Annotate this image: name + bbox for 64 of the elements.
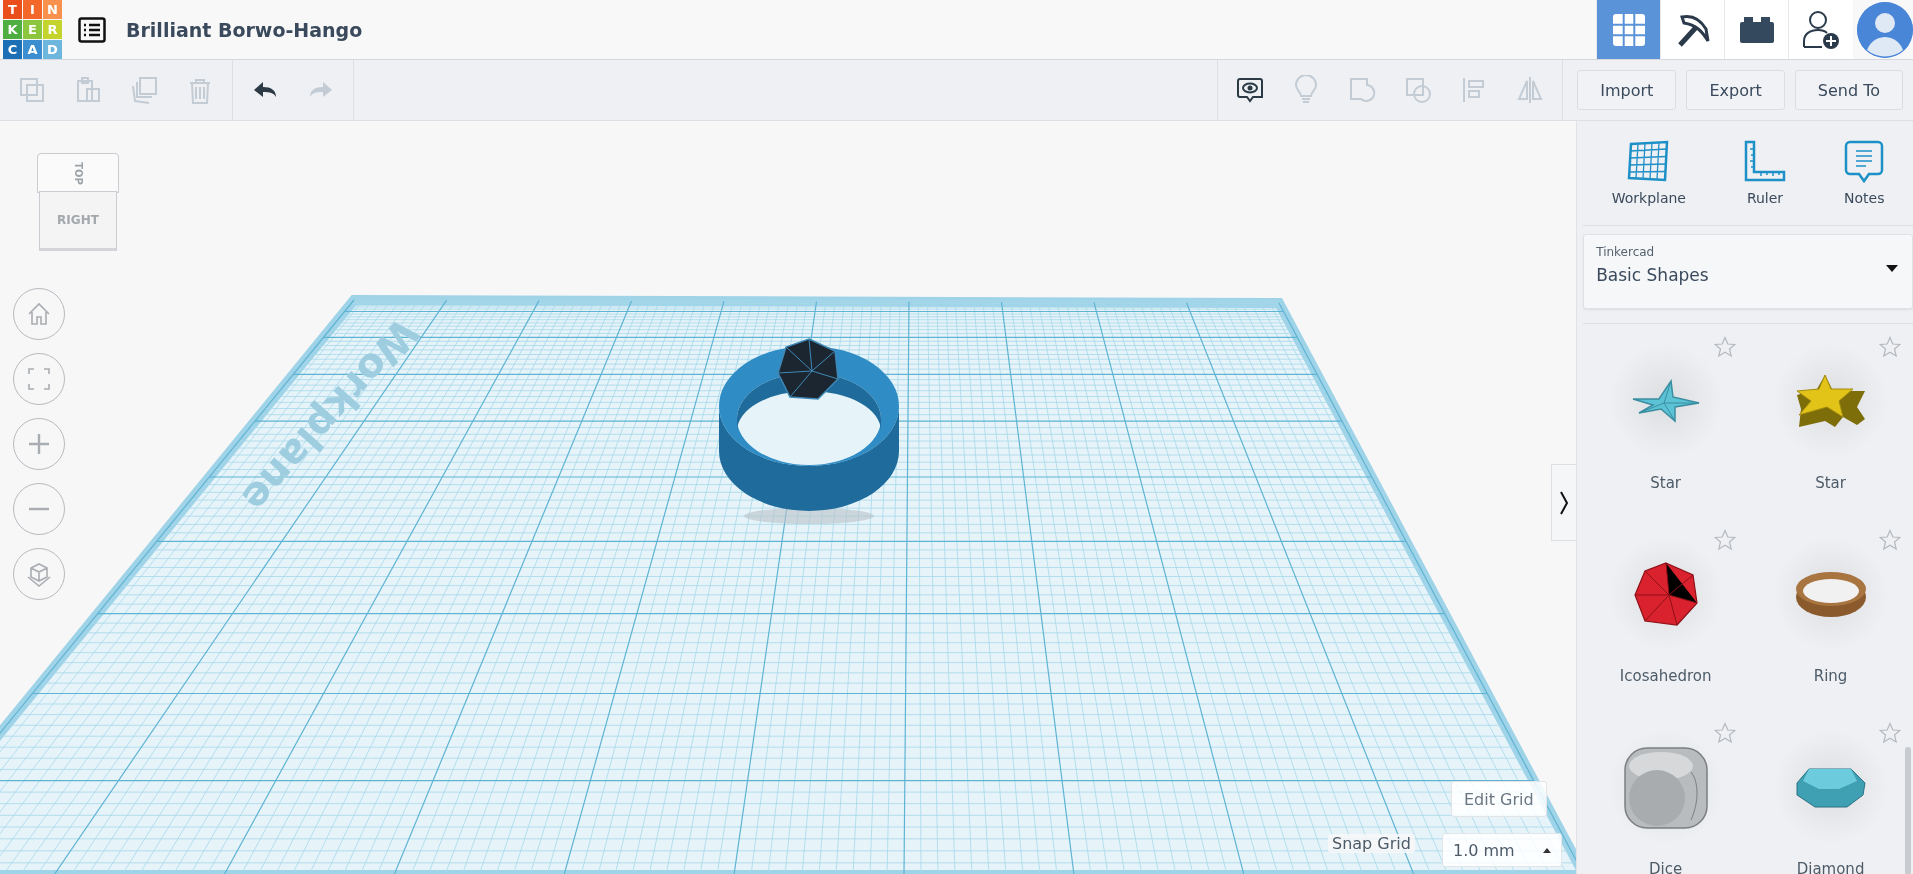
shape-tile[interactable]: Star (1748, 324, 1913, 517)
duplicate-icon (129, 75, 159, 105)
ruler-icon (1743, 140, 1787, 184)
fit-view-icon (26, 366, 52, 392)
brick-icon (1738, 15, 1775, 44)
pickaxe-view-button[interactable] (1660, 0, 1724, 59)
chevron-icon (1559, 489, 1570, 516)
shape-label: Star (1650, 474, 1681, 492)
home-button[interactable] (13, 288, 65, 340)
fit-view-button[interactable] (13, 353, 65, 405)
library-source-label: Tinkercad (1596, 245, 1656, 259)
note-icon (1844, 140, 1885, 184)
add-user-icon (1801, 8, 1841, 51)
shape-label: Star (1815, 474, 1846, 492)
library-dropdown[interactable]: Tinkercad Basic Shapes (1583, 234, 1913, 309)
ungroup-icon (1403, 75, 1434, 105)
shape-tile[interactable]: Ring (1748, 517, 1913, 710)
icosahedron-shape-drawing (1632, 561, 1699, 627)
panel-toggle-button[interactable] (1551, 464, 1577, 541)
grid-icon (1611, 12, 1646, 47)
perspective-button[interactable] (13, 548, 65, 600)
copy-icon (17, 75, 47, 105)
import-button[interactable]: Import (1577, 70, 1677, 110)
invite-button[interactable] (1788, 0, 1853, 59)
favorite-star-icon[interactable] (1714, 336, 1737, 358)
group-icon (1347, 75, 1378, 105)
snap-grid-label: Snap Grid (1328, 834, 1415, 853)
favorite-star-icon[interactable] (1879, 529, 1901, 551)
shape-tile[interactable]: Star (1583, 324, 1749, 517)
caret-icon (1886, 265, 1898, 272)
star-shape-drawing (1630, 379, 1701, 423)
edit-grid-button[interactable]: Edit Grid (1451, 781, 1547, 817)
workplane-tool-button[interactable]: Workplane (1607, 136, 1690, 210)
bricks-view-button[interactable] (1724, 0, 1788, 59)
cube-right-label: RIGHT (57, 213, 99, 227)
export-button[interactable]: Export (1686, 70, 1785, 110)
library-value: Basic Shapes (1596, 265, 1709, 285)
favorite-star-icon[interactable] (1714, 529, 1737, 551)
ruler-tool-button[interactable]: Ruler (1739, 136, 1791, 210)
shape-label: Ring (1813, 667, 1848, 685)
notes-tool-button[interactable]: Notes (1840, 136, 1889, 210)
shape-label: Dice (1649, 860, 1683, 874)
shape-label: Diamond (1796, 860, 1865, 874)
zoom-in-icon (26, 431, 52, 457)
grid-plane-icon (1626, 140, 1671, 184)
scrollbar[interactable] (1905, 747, 1911, 874)
list-icon[interactable] (78, 16, 106, 43)
snap-grid-select[interactable]: 1.0 mm (1442, 833, 1562, 867)
zoom-out-button[interactable] (13, 483, 65, 535)
cube-top-label: TOP (72, 161, 84, 185)
zoom-out-icon (26, 507, 52, 511)
caret-icon (1543, 847, 1551, 853)
zoom-in-button[interactable] (13, 418, 65, 470)
send-to-button[interactable]: Send To (1794, 70, 1903, 110)
perspective-icon (26, 561, 52, 587)
notes-toggle-icon (1235, 75, 1266, 105)
favorite-star-icon[interactable] (1714, 722, 1737, 744)
favorite-star-icon[interactable] (1879, 722, 1901, 744)
logo[interactable]: T I N K E R C A D (3, 0, 62, 59)
design-title[interactable]: Brilliant Borwo-Hango (126, 18, 363, 41)
shape-tile[interactable]: Icosahedron (1583, 517, 1749, 710)
shape-label: Icosahedron (1619, 667, 1712, 685)
home-icon (26, 301, 52, 327)
favorite-star-icon[interactable] (1879, 336, 1901, 358)
